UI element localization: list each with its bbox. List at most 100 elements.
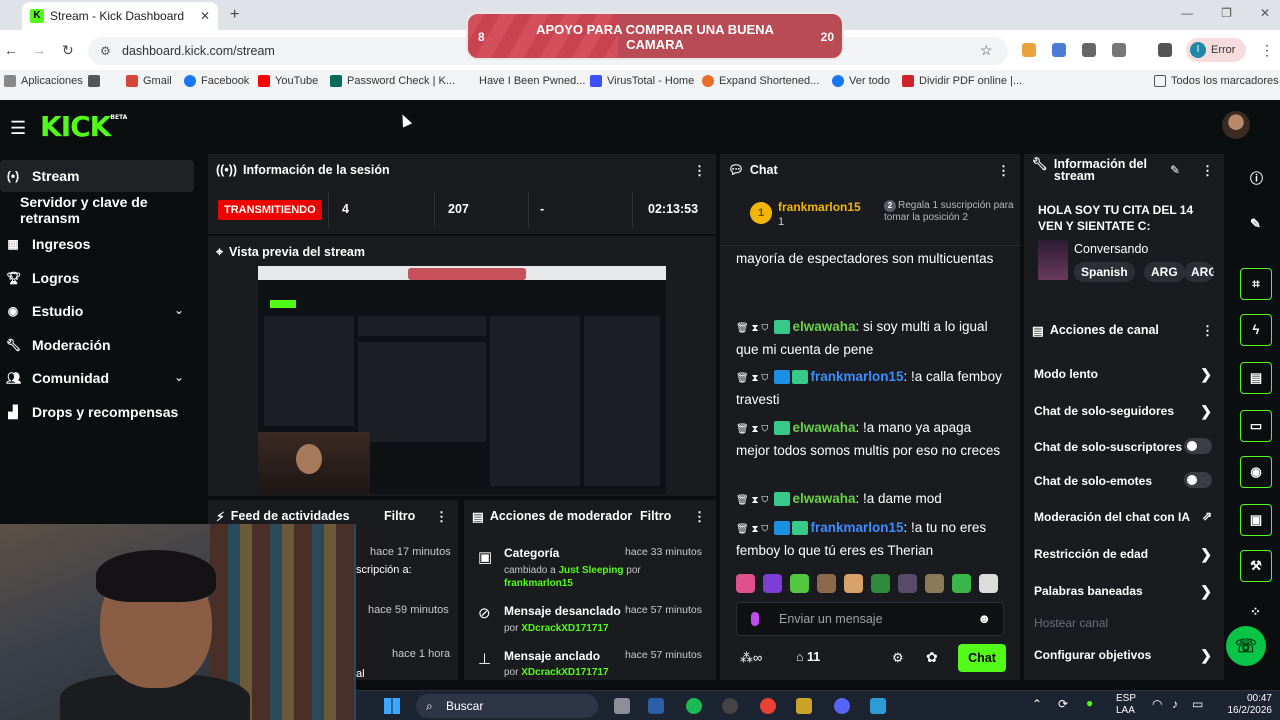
- close-tab-icon[interactable]: ✕: [200, 9, 210, 23]
- app-icon[interactable]: [796, 698, 812, 714]
- feed-filter-button[interactable]: Filtro: [384, 509, 415, 523]
- volume-icon[interactable]: ♪: [1172, 697, 1178, 711]
- windows-start-icon[interactable]: [384, 698, 400, 714]
- tag-badge[interactable]: Spanish: [1074, 262, 1135, 282]
- chat-settings-icon[interactable]: ⁂∞: [740, 650, 762, 666]
- apps-icon[interactable]: ⁘: [1250, 604, 1261, 620]
- tag-badge[interactable]: ARG: [1184, 262, 1214, 282]
- emotes-only-toggle[interactable]: [1184, 472, 1212, 488]
- emoji-picker-icon[interactable]: ☻: [977, 603, 991, 635]
- extensions-puzzle-icon[interactable]: [1112, 43, 1126, 57]
- sidebar-item-stream[interactable]: (•) Stream: [0, 160, 194, 192]
- tray-chevron-icon[interactable]: ⌃: [1032, 697, 1042, 711]
- menu-hamburger-icon[interactable]: ☰: [10, 118, 26, 139]
- taskbar-search[interactable]: ⌕ Buscar: [416, 694, 598, 718]
- reload-icon[interactable]: ↻: [62, 42, 74, 59]
- emote-icon[interactable]: [925, 574, 944, 593]
- emote-icon[interactable]: [979, 574, 998, 593]
- banned-words-row[interactable]: Palabras baneadas ❯: [1034, 583, 1216, 599]
- system-clock[interactable]: 00:47 16/2/2026: [1228, 693, 1273, 717]
- bookmark-item[interactable]: Ver todo: [832, 75, 890, 87]
- chevron-down-icon[interactable]: ⌄: [174, 370, 184, 384]
- ai-moderation-row[interactable]: Moderación del chat con IA ⇗: [1034, 509, 1216, 524]
- gift-prompt[interactable]: 2 Regala 1 suscripción para tomar la posi…: [884, 200, 1014, 223]
- sidebar-item-server-key[interactable]: Servidor y clave de retransm: [20, 194, 206, 226]
- chat-message-input[interactable]: Enviar un mensaje ☻: [736, 602, 1004, 636]
- bookmark-item[interactable]: Facebook: [184, 75, 249, 87]
- more-options-icon[interactable]: ⋮: [693, 163, 706, 179]
- emote-icon[interactable]: [898, 574, 917, 593]
- category-name[interactable]: Conversando: [1074, 242, 1148, 256]
- more-options-icon[interactable]: ⋮: [1201, 163, 1214, 179]
- emote-menu-icon[interactable]: ✿: [926, 649, 938, 666]
- wifi-icon[interactable]: ◠: [1152, 697, 1162, 711]
- bookmark-item[interactable]: [88, 75, 100, 87]
- bookmark-item[interactable]: Expand Shortened...: [702, 75, 819, 87]
- notepad-icon[interactable]: [870, 698, 886, 714]
- moderator-icon[interactable]: ▣: [1240, 504, 1272, 536]
- sidebar-item-comunidad[interactable]: 👥︎ Comunidad: [6, 362, 109, 394]
- extension-icon[interactable]: [1022, 43, 1036, 57]
- bookmark-item[interactable]: YouTube: [258, 75, 318, 87]
- support-chat-icon[interactable]: ☏: [1226, 626, 1266, 666]
- more-options-icon[interactable]: ⋮: [693, 509, 706, 525]
- send-chat-button[interactable]: Chat: [958, 644, 1006, 672]
- minimize-icon[interactable]: —: [1181, 6, 1193, 20]
- emote-icon[interactable]: [790, 574, 809, 593]
- followers-only-row[interactable]: Chat de solo-seguidores ❯: [1034, 403, 1216, 419]
- chrome-icon[interactable]: [760, 698, 776, 714]
- broadcast-icon[interactable]: ◉: [1240, 456, 1272, 488]
- slow-mode-row[interactable]: Modo lento ❯: [1034, 366, 1216, 382]
- top-gifter-name[interactable]: frankmarlon15: [778, 200, 861, 214]
- chevron-down-icon[interactable]: ⌄: [174, 303, 184, 317]
- age-restriction-row[interactable]: Restricción de edad ❯: [1034, 546, 1216, 562]
- forward-icon[interactable]: →: [32, 42, 46, 58]
- notes-icon[interactable]: ▤: [1240, 362, 1272, 394]
- task-view-icon[interactable]: [614, 698, 630, 714]
- emote-icon[interactable]: [844, 574, 863, 593]
- emote-icon[interactable]: [736, 574, 755, 593]
- discord-icon[interactable]: [834, 698, 850, 714]
- info-icon[interactable]: ⓘ: [1250, 168, 1263, 187]
- bookmark-item[interactable]: Have I Been Pwned...: [462, 75, 585, 87]
- modact-filter-button[interactable]: Filtro: [640, 509, 671, 523]
- emote-icon[interactable]: [763, 574, 782, 593]
- more-options-icon[interactable]: ⋮: [1201, 323, 1214, 339]
- bookmark-item[interactable]: VirusTotal - Home: [590, 75, 694, 87]
- tag-badge[interactable]: ARG: [1144, 262, 1185, 282]
- subs-only-toggle[interactable]: [1184, 438, 1212, 454]
- more-options-icon[interactable]: ⋮: [997, 163, 1010, 179]
- more-options-icon[interactable]: ⋮: [435, 509, 448, 525]
- browser-menu-icon[interactable]: ⋮: [1260, 42, 1274, 59]
- maximize-icon[interactable]: ❐: [1221, 6, 1232, 20]
- stream-preview-video[interactable]: [258, 266, 666, 494]
- tray-app-icon[interactable]: ⟳: [1058, 697, 1068, 711]
- sidebar-item-ingresos[interactable]: ▦ Ingresos: [6, 228, 90, 260]
- battery-icon[interactable]: ▭: [1192, 697, 1203, 711]
- site-settings-icon[interactable]: ⚙: [100, 37, 111, 65]
- kick-logo[interactable]: KICKBETA: [40, 110, 127, 143]
- bookmark-item[interactable]: Dividir PDF online |...: [902, 75, 1022, 87]
- extension-icon[interactable]: [1052, 43, 1066, 57]
- back-icon[interactable]: ←: [4, 42, 18, 58]
- gear-icon[interactable]: ⚙: [892, 650, 904, 666]
- emote-icon[interactable]: [952, 574, 971, 593]
- user-avatar[interactable]: [1222, 111, 1250, 139]
- sidebar-item-logros[interactable]: 🏆︎ Logros: [6, 262, 79, 294]
- emote-icon[interactable]: [817, 574, 836, 593]
- extension-icon[interactable]: [1082, 43, 1096, 57]
- clip-icon[interactable]: ⌗: [1240, 268, 1272, 300]
- bookmark-item[interactable]: Password Check | K...: [330, 75, 455, 87]
- spotify-icon[interactable]: [686, 698, 702, 714]
- app-icon[interactable]: [722, 698, 738, 714]
- bookmark-item[interactable]: Aplicaciones: [4, 75, 83, 87]
- bookmark-item[interactable]: Gmail: [126, 75, 172, 87]
- steam-icon[interactable]: [648, 698, 664, 714]
- set-goals-row[interactable]: Configurar objetivos ❯: [1034, 647, 1216, 663]
- close-window-icon[interactable]: ✕: [1260, 6, 1270, 20]
- chat-bubble-icon[interactable]: ▭: [1240, 410, 1272, 442]
- lightning-icon[interactable]: ϟ: [1240, 314, 1272, 346]
- language-indicator[interactable]: ESP LAA: [1116, 693, 1136, 717]
- sidebar-item-estudio[interactable]: ◉ Estudio: [6, 295, 84, 327]
- sidebar-item-moderacion[interactable]: 🔧︎ Moderación: [6, 329, 111, 361]
